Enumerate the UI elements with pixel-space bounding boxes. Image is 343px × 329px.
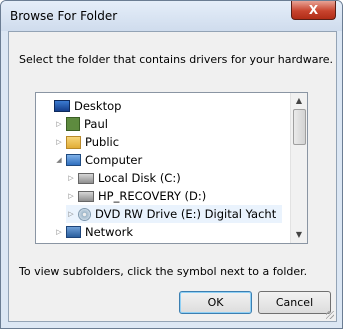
tree-item-label: Desktop: [74, 99, 122, 113]
tree-item-label: Computer: [85, 153, 143, 167]
tree-item-label: Paul: [84, 117, 108, 131]
scroll-down-icon[interactable]: ▼: [291, 227, 307, 243]
scroll-thumb[interactable]: [293, 109, 306, 145]
tree-item-label: HP_RECOVERY (D:): [98, 189, 207, 203]
tree-item-local-disk-c[interactable]: ▷ Local Disk (C:): [66, 169, 181, 187]
public-folder-icon: [66, 135, 81, 149]
expand-toggle-icon[interactable]: ▷: [54, 228, 64, 236]
dvd-drive-icon: [78, 207, 91, 221]
resize-grip-icon[interactable]: [326, 311, 334, 319]
expand-toggle-icon[interactable]: ▷: [66, 174, 76, 182]
collapse-toggle-icon[interactable]: ◢: [54, 156, 64, 164]
user-folder-icon: [66, 117, 80, 131]
vertical-scrollbar[interactable]: ▲ ▼: [290, 93, 307, 243]
title-bar[interactable]: Browse For Folder X: [1, 1, 342, 31]
tree-item-hp-recovery-d[interactable]: ▷ HP_RECOVERY (D:): [66, 187, 206, 205]
browse-for-folder-dialog: Browse For Folder X Select the folder th…: [0, 0, 343, 329]
scroll-up-icon[interactable]: ▲: [291, 93, 307, 109]
tree-item-paul[interactable]: ▷ Paul: [54, 115, 108, 133]
tree-item-dvd-rw-drive-e[interactable]: ▷ DVD RW Drive (E:) Digital Yacht: [66, 205, 283, 223]
expand-toggle-icon[interactable]: ▷: [66, 210, 76, 218]
dialog-body: Select the folder that contains drivers …: [8, 31, 337, 322]
cancel-button[interactable]: Cancel: [258, 291, 331, 314]
tree-item-label: Local Disk (C:): [98, 171, 181, 185]
tree-item-desktop[interactable]: Desktop: [42, 97, 121, 115]
tree-item-label: Public: [85, 135, 120, 149]
tree-item-label: DVD RW Drive (E:) Digital Yacht: [95, 207, 277, 221]
tree-item-public[interactable]: ▷ Public: [54, 133, 119, 151]
computer-icon: [66, 154, 81, 166]
network-icon: [66, 226, 81, 238]
close-button[interactable]: X: [291, 1, 336, 20]
window-title: Browse For Folder: [10, 9, 118, 23]
tree-item-computer[interactable]: ◢ Computer: [54, 151, 142, 169]
expand-toggle-icon[interactable]: ▷: [66, 192, 76, 200]
folder-tree[interactable]: Desktop ▷ Paul ▷ Public ◢ Computer ▷ Loc…: [35, 92, 308, 244]
help-text: To view subfolders, click the symbol nex…: [19, 265, 308, 278]
desktop-icon: [54, 100, 70, 112]
tree-item-label: Network: [85, 225, 134, 239]
instruction-text: Select the folder that contains drivers …: [19, 53, 334, 66]
drive-icon: [78, 190, 94, 202]
tree-item-network[interactable]: ▷ Network: [54, 223, 133, 241]
local-disk-icon: [78, 172, 94, 184]
ok-button[interactable]: OK: [179, 291, 252, 314]
expand-toggle-icon[interactable]: ▷: [54, 138, 64, 146]
expand-toggle-icon[interactable]: ▷: [54, 120, 64, 128]
